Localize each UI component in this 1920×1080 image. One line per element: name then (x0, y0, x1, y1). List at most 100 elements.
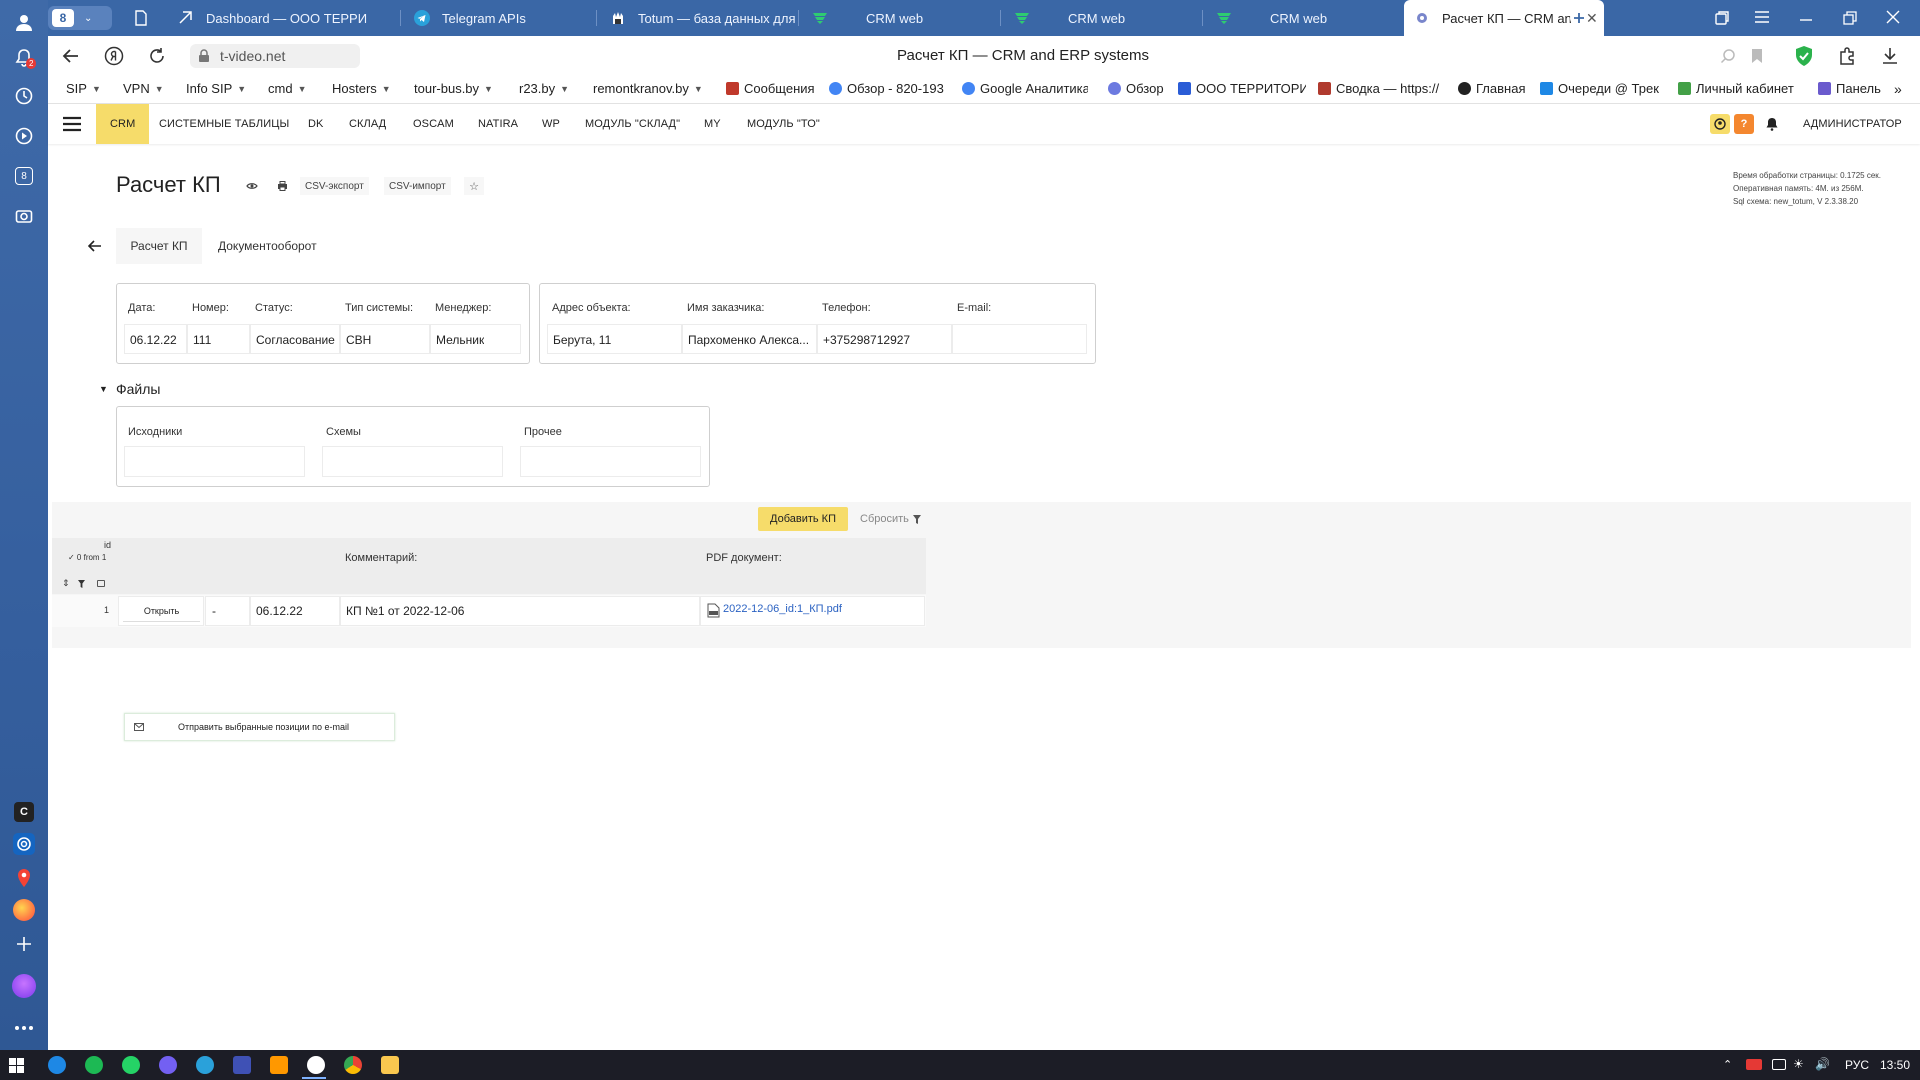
chrome-icon[interactable] (344, 1056, 362, 1074)
tab-crm-web-2[interactable]: CRM web (1004, 0, 1200, 36)
restore-icon[interactable] (1842, 10, 1858, 26)
menu-icon[interactable] (1754, 10, 1770, 24)
close-window-icon[interactable] (1886, 10, 1900, 24)
clock[interactable]: 13:50 (1880, 1058, 1910, 1072)
volume-icon[interactable]: 🔊 (1815, 1057, 1830, 1071)
nav-natira[interactable]: NATIRA (478, 104, 518, 144)
nav-system-tables[interactable]: СИСТЕМНЫЕ ТАБЛИЦЫ (159, 104, 289, 144)
video-icon[interactable] (12, 124, 36, 148)
row-date-cell[interactable]: 06.12.22 (250, 596, 340, 626)
profile-icon[interactable] (12, 10, 36, 34)
tab-document-flow[interactable]: Документооборот (218, 228, 317, 264)
screenshot-icon[interactable] (12, 204, 36, 228)
help-button[interactable]: ? (1734, 114, 1754, 134)
hamburger-icon[interactable] (62, 116, 82, 132)
field-customer-name[interactable]: Пархоменко Алекса... (682, 324, 817, 354)
field-status[interactable]: Согласование (250, 324, 340, 354)
back-icon[interactable] (62, 48, 80, 64)
files-sources-field[interactable] (124, 446, 305, 477)
bookmark-tracker-queues[interactable]: Очереди @ Трек (1540, 81, 1660, 96)
bookmark-folder-cmd[interactable]: cmd ▼ (268, 81, 306, 96)
tab-raschet-kp-active[interactable]: Расчет КП (116, 228, 202, 264)
add-app-icon[interactable] (12, 932, 36, 956)
sort-icon[interactable]: ⇕ (62, 578, 70, 589)
file-explorer-icon[interactable] (381, 1056, 399, 1074)
select-all-checkbox[interactable] (97, 580, 105, 587)
input-language[interactable]: РУС (1845, 1058, 1869, 1072)
search-icon[interactable] (1720, 48, 1736, 64)
csv-export-button[interactable]: CSV-экспорт (300, 177, 369, 195)
star-icon[interactable]: ☆ (464, 177, 484, 195)
nav-oscam[interactable]: OSCAM (413, 104, 454, 144)
page-icon[interactable] (134, 10, 148, 26)
field-phone[interactable]: +375298712927 (817, 324, 952, 354)
bookmark-folder-tour-bus[interactable]: tour-bus.by ▼ (414, 81, 493, 96)
yandex-icon[interactable] (104, 46, 124, 66)
bookmark-folder-sip[interactable]: SIP ▼ (66, 81, 101, 96)
field-manager[interactable]: Мельник (430, 324, 521, 354)
reload-icon[interactable] (148, 47, 166, 65)
bookmark-overview-820[interactable]: Обзор - 820-193- (829, 81, 944, 96)
nav-my[interactable]: MY (704, 104, 721, 144)
tab-counter-button[interactable]: 8 ⌄ (48, 6, 112, 30)
open-button[interactable]: Открыть (123, 600, 200, 622)
nav-wp[interactable]: WP (542, 104, 560, 144)
tray-app-icon[interactable] (1746, 1059, 1762, 1070)
tabs-count-icon[interactable]: 8 (12, 164, 36, 188)
bookmark-personal-account[interactable]: Личный кабинет (1678, 81, 1798, 96)
bell-icon[interactable] (1766, 117, 1778, 131)
protect-shield-icon[interactable] (1794, 45, 1814, 67)
add-kp-button[interactable]: Добавить КП (758, 507, 848, 531)
eye-icon[interactable] (242, 178, 262, 194)
whatsapp-icon[interactable] (122, 1056, 140, 1074)
row-comment-cell[interactable]: КП №1 от 2022-12-06 (340, 596, 700, 626)
minimize-icon[interactable] (1798, 10, 1814, 24)
app-c-icon[interactable]: C (14, 802, 34, 822)
csv-import-button[interactable]: CSV-импорт (384, 177, 451, 195)
pdf-link[interactable]: 2022-12-06_id:1_КП.pdf (723, 603, 842, 615)
windows-start-icon[interactable] (9, 1058, 24, 1073)
field-email[interactable] (952, 324, 1087, 354)
sublime-icon[interactable] (270, 1056, 288, 1074)
tray-chevron-icon[interactable]: ⌃ (1723, 1058, 1732, 1071)
nav-dk[interactable]: DK (308, 104, 323, 144)
bookmark-panel[interactable]: Панель (1818, 81, 1898, 96)
column-filter-icon[interactable] (78, 580, 85, 588)
user-name[interactable]: АДМИНИСТРАТОР (1803, 104, 1902, 144)
bookmark-icon[interactable] (1750, 48, 1764, 64)
user-icon[interactable] (1710, 114, 1730, 134)
history-icon[interactable] (12, 84, 36, 108)
url-field[interactable]: t-video.net (190, 44, 360, 68)
collections-icon[interactable] (1714, 10, 1730, 26)
field-address[interactable]: Берута, 11 (547, 324, 682, 354)
nav-crm[interactable]: CRM (96, 104, 150, 144)
browser-game-icon[interactable] (12, 898, 36, 922)
tab-totum[interactable]: Totum — база данных для (600, 0, 796, 36)
back-arrow-icon[interactable] (88, 240, 102, 252)
bookmark-svodka[interactable]: Сводка — https:// (1318, 81, 1448, 96)
bookmark-main[interactable]: Главная (1458, 81, 1525, 96)
bookmark-folder-remontkranov[interactable]: remontkranov.by ▼ (593, 81, 703, 96)
files-other-field[interactable] (520, 446, 701, 477)
tab-crm-web-1[interactable]: CRM web (802, 0, 998, 36)
download-icon[interactable] (1882, 47, 1898, 65)
network-icon[interactable]: ☀ (1793, 1057, 1804, 1071)
bookmark-folder-hosters[interactable]: Hosters ▼ (332, 81, 391, 96)
field-number[interactable]: 111 (187, 324, 250, 354)
bookmark-google-analytics[interactable]: Google Аналитика (962, 81, 1088, 96)
send-email-button[interactable]: Отправить выбранные позиции по e-mail (124, 713, 395, 741)
print-icon[interactable] (272, 178, 292, 194)
bookmark-folder-r23[interactable]: r23.by ▼ (519, 81, 569, 96)
reset-filters-button[interactable]: Сбросить (860, 507, 921, 531)
nav-warehouse[interactable]: СКЛАД (349, 104, 386, 144)
tab-dashboard[interactable]: Dashboard — ООО ТЕРРИ (168, 0, 398, 36)
bookmark-overview[interactable]: Обзор (1108, 81, 1164, 96)
more-icon[interactable] (12, 1016, 36, 1040)
nav-module-to[interactable]: МОДУЛЬ "ТО" (747, 104, 820, 144)
field-date[interactable]: 06.12.22 (124, 324, 187, 354)
bookmark-folder-info-sip[interactable]: Info SIP ▼ (186, 81, 246, 96)
viber-icon[interactable] (159, 1056, 177, 1074)
maps-app-icon[interactable] (12, 866, 36, 890)
yandex-browser-taskbar-icon[interactable] (307, 1056, 325, 1074)
tab-crm-web-3[interactable]: CRM web (1206, 0, 1402, 36)
